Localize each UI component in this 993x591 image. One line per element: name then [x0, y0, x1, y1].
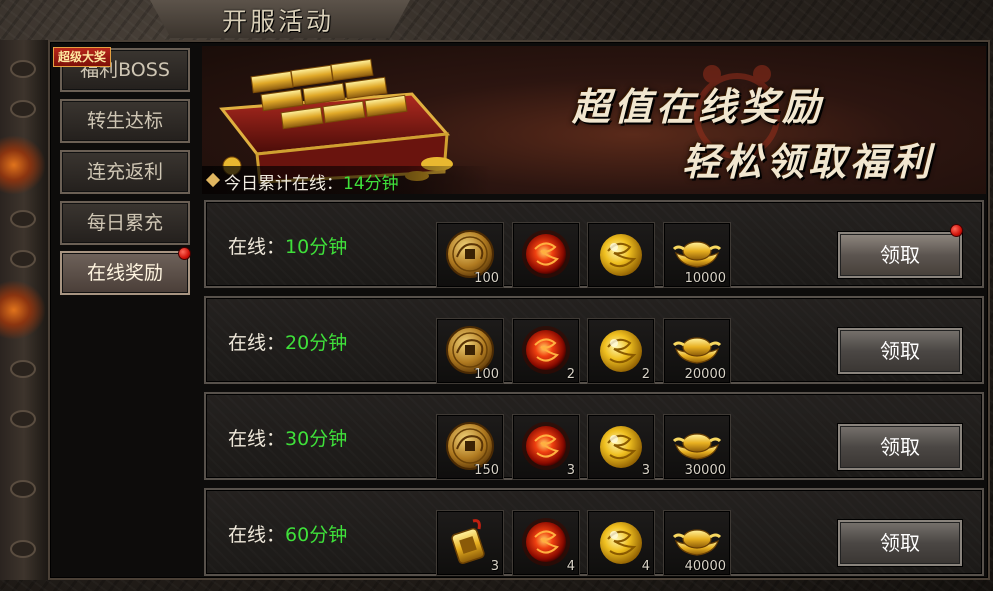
gold-dragon-orb-icon [594, 419, 648, 473]
sidebar: 福利BOSS 转生达标 连充返利 每日累充 在线奖励 [56, 46, 196, 576]
tab-notify-dot [178, 247, 191, 260]
reward-slot[interactable]: 2 [587, 318, 655, 384]
row-online-label: 在线：60分钟 [228, 524, 348, 546]
red-dragon-orb-icon [519, 419, 573, 473]
reward-row-10min: 在线：10分钟 100 10000 领取 [204, 200, 984, 288]
reward-slot[interactable] [512, 222, 580, 288]
claim-button[interactable]: 领取 [838, 232, 962, 278]
reward-slot[interactable]: 3 [436, 510, 504, 576]
tab-online-reward[interactable]: 在线奖励 [60, 251, 190, 295]
window-title: 开服活动 [222, 7, 335, 36]
gold-token-icon [443, 515, 497, 569]
tab-rebirth[interactable]: 转生达标 [60, 99, 190, 143]
reward-slot[interactable]: 3 [587, 414, 655, 480]
red-dragon-orb-icon [519, 515, 573, 569]
reward-slot[interactable]: 40000 [663, 510, 731, 576]
reward-slot[interactable]: 3 [512, 414, 580, 480]
red-dragon-orb-icon [519, 323, 573, 377]
gold-dragon-orb-icon [594, 323, 648, 377]
reward-slot[interactable]: 2 [512, 318, 580, 384]
banner-subheadline: 轻松领取福利 [682, 139, 935, 184]
treasure-chest-icon [219, 58, 453, 184]
reward-slot[interactable]: 10000 [663, 222, 731, 288]
reward-slot[interactable]: 20000 [663, 318, 731, 384]
reward-slot[interactable]: 100 [436, 318, 504, 384]
tab-daily-recharge[interactable]: 每日累充 [60, 201, 190, 245]
claim-button[interactable]: 领取 [838, 328, 962, 374]
row-online-label: 在线：10分钟 [228, 236, 348, 258]
reward-row-20min: 在线：20分钟 100 2 2 20000 领取 [204, 296, 984, 384]
grand-prize-badge: 超级大奖 [53, 47, 112, 67]
row-online-label: 在线：30分钟 [228, 428, 348, 450]
reward-slot[interactable]: 100 [436, 222, 504, 288]
dragon-ornament [0, 40, 48, 580]
red-dragon-orb-icon [519, 227, 573, 281]
claim-button[interactable]: 领取 [838, 424, 962, 470]
today-online-value: 14分钟 [343, 174, 399, 194]
banner-headline: 超值在线奖励 [572, 84, 825, 129]
reward-slot[interactable]: 4 [512, 510, 580, 576]
reward-row-60min: 在线：60分钟 3 4 4 40000 领取 [204, 488, 984, 576]
tab-consecutive-recharge[interactable]: 连充返利 [60, 150, 190, 194]
reward-row-30min: 在线：30分钟 150 3 3 30000 领取 [204, 392, 984, 480]
gold-dragon-orb-icon [594, 227, 648, 281]
claim-button[interactable]: 领取 [838, 520, 962, 566]
today-online-text: 今日累计在线：14分钟 [224, 174, 399, 194]
claim-notify-dot [950, 224, 963, 237]
row-online-label: 在线：20分钟 [228, 332, 348, 354]
diamond-icon [205, 172, 221, 188]
reward-slot[interactable]: 4 [587, 510, 655, 576]
gold-dragon-orb-icon [594, 515, 648, 569]
reward-slot[interactable]: 30000 [663, 414, 731, 480]
reward-slot[interactable] [587, 222, 655, 288]
reward-slot[interactable]: 150 [436, 414, 504, 480]
today-online-bar: 今日累计在线：14分钟 [202, 166, 492, 194]
